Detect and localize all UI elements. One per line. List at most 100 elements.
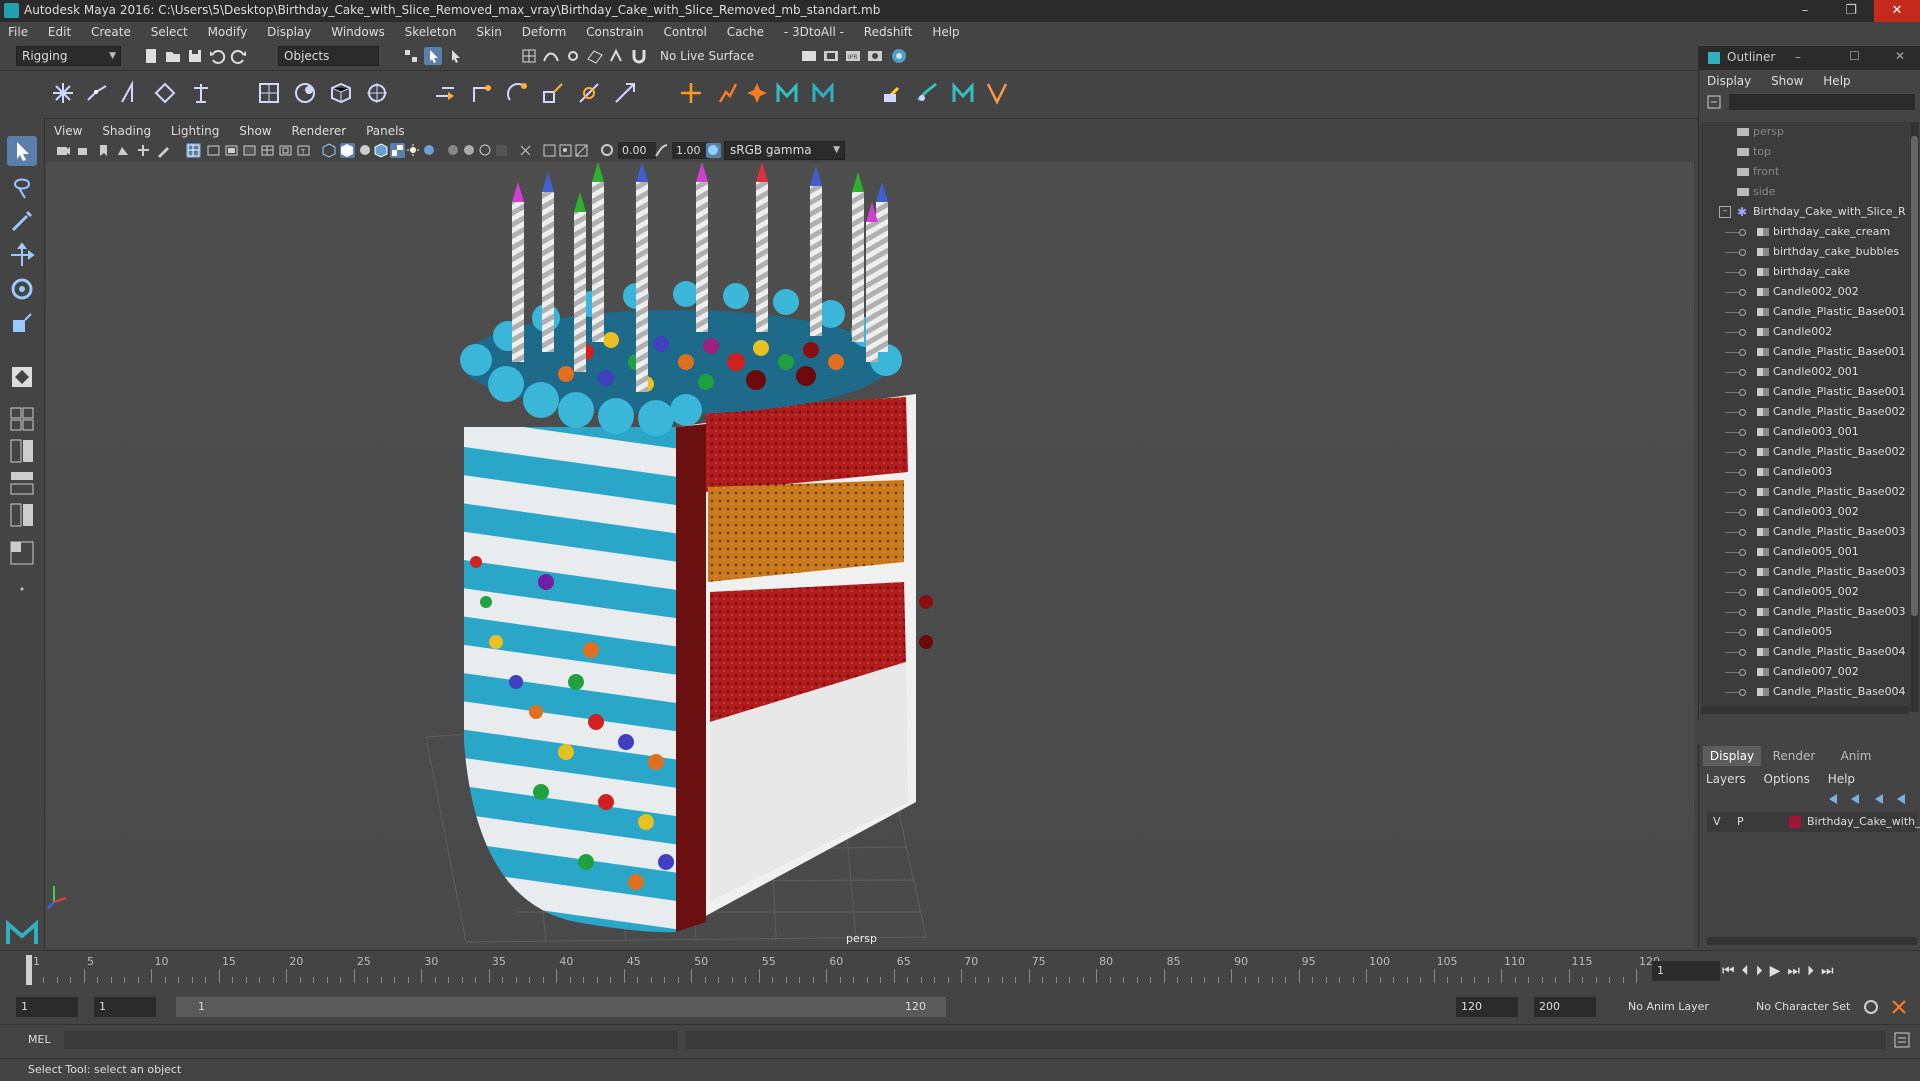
- render-view-icon[interactable]: [890, 47, 908, 65]
- menu-modify[interactable]: Modify: [200, 22, 256, 42]
- outliner-mesh-item[interactable]: Candle003_001: [1701, 422, 1909, 442]
- layer-menu-layers[interactable]: Layers: [1699, 770, 1753, 788]
- end-time-field[interactable]: 200: [1534, 997, 1596, 1017]
- outliner-minimize-button[interactable]: –: [1795, 50, 1801, 64]
- menu-control[interactable]: Control: [655, 22, 714, 42]
- outliner-mesh-item[interactable]: Candle_Plastic_Base004: [1701, 682, 1909, 702]
- outliner-mesh-item[interactable]: Candle003: [1701, 462, 1909, 482]
- perspective-viewport[interactable]: persp: [46, 162, 1694, 948]
- hik-character-icon[interactable]: [774, 80, 800, 106]
- playback-end-field[interactable]: 120: [1456, 997, 1518, 1017]
- grease-pencil-icon[interactable]: [156, 143, 171, 158]
- new-scene-icon[interactable]: [142, 47, 160, 65]
- depth-of-field-icon[interactable]: [494, 143, 509, 158]
- character-set-dropdown[interactable]: No Character Set: [1756, 1000, 1850, 1013]
- film-gate-icon[interactable]: [206, 143, 221, 158]
- undo-icon[interactable]: [208, 47, 226, 65]
- viewport-menu-shading[interactable]: Shading: [94, 122, 159, 140]
- menu-help[interactable]: Help: [924, 22, 967, 42]
- outliner-menu-show[interactable]: Show: [1763, 72, 1811, 90]
- ipr-render-icon[interactable]: IPR: [844, 47, 862, 65]
- select-by-object-icon[interactable]: [424, 47, 442, 65]
- outliner-search-input[interactable]: [1729, 94, 1915, 110]
- move-tool-icon[interactable]: [7, 240, 37, 270]
- viewport-menu-panels[interactable]: Panels: [358, 122, 413, 140]
- hik-controls-icon[interactable]: [810, 80, 836, 106]
- hik-skeleton-icon[interactable]: [950, 80, 976, 106]
- outliner-mesh-item[interactable]: Candle002_001: [1701, 362, 1909, 382]
- menu-constrain[interactable]: Constrain: [578, 22, 652, 42]
- mirror-joint-icon[interactable]: [152, 80, 178, 106]
- outliner-mesh-item[interactable]: Candle002: [1701, 322, 1909, 342]
- viewport-menu-show[interactable]: Show: [231, 122, 279, 140]
- viewport-menu-lighting[interactable]: Lighting: [163, 122, 228, 140]
- menu-redshift[interactable]: Redshift: [856, 22, 921, 42]
- paint-weights-icon[interactable]: [292, 80, 318, 106]
- safe-title-icon[interactable]: T: [296, 143, 311, 158]
- camera-attributes-icon[interactable]: [56, 143, 71, 158]
- ik-handle-icon[interactable]: [84, 80, 110, 106]
- grid-toggle-icon[interactable]: [186, 143, 201, 158]
- playback-controls[interactable]: ⏮⏴⏵▶⏭⏵⏭: [1722, 963, 1912, 979]
- redo-icon[interactable]: [230, 47, 248, 65]
- menu-display[interactable]: Display: [259, 22, 319, 42]
- render-current-frame-icon[interactable]: [822, 47, 840, 65]
- blend-shape-icon[interactable]: [744, 80, 770, 106]
- outliner-mesh-item[interactable]: Candle_Plastic_Base003: [1701, 602, 1909, 622]
- script-language-label[interactable]: MEL: [28, 1033, 51, 1046]
- tab-render[interactable]: Render: [1765, 746, 1823, 766]
- outliner-camera-item[interactable]: front: [1701, 162, 1909, 182]
- live-surface-label[interactable]: No Live Surface: [660, 49, 754, 63]
- outliner-mesh-item[interactable]: Candle_Plastic_Base003: [1701, 562, 1909, 582]
- menu-set-dropdown[interactable]: Rigging ▼: [16, 46, 121, 66]
- outliner-mesh-item[interactable]: Candle003_002: [1701, 502, 1909, 522]
- image-plane-icon[interactable]: [116, 143, 131, 158]
- orient-constraint-icon[interactable]: [504, 80, 530, 106]
- wireframe-icon[interactable]: [322, 143, 337, 158]
- save-scene-icon[interactable]: [186, 47, 204, 65]
- render-settings-icon[interactable]: [800, 47, 818, 65]
- cluster-icon[interactable]: [364, 80, 390, 106]
- menu-skin[interactable]: Skin: [468, 22, 510, 42]
- hypershade-icon[interactable]: [866, 47, 884, 65]
- xray-icon[interactable]: [542, 143, 557, 158]
- lasso-tool-icon[interactable]: [7, 172, 37, 202]
- script-editor-icon[interactable]: [1894, 1032, 1910, 1048]
- set-driven-key-icon[interactable]: [714, 80, 740, 106]
- bookmark-icon[interactable]: [96, 143, 111, 158]
- layer-menu-options[interactable]: Options: [1757, 770, 1817, 788]
- paint-select-tool-icon[interactable]: [7, 206, 37, 236]
- gamma-field[interactable]: 1.00: [672, 142, 710, 159]
- pole-vector-icon[interactable]: [612, 80, 638, 106]
- outliner-horizontal-scrollbar[interactable]: [1701, 706, 1909, 714]
- parent-constraint-icon[interactable]: [432, 80, 458, 106]
- viewport-menu-renderer[interactable]: Renderer: [283, 122, 354, 140]
- locator-icon[interactable]: [678, 80, 704, 106]
- ik-spline-icon[interactable]: [118, 80, 144, 106]
- aim-constraint-icon[interactable]: [576, 80, 602, 106]
- tab-anim[interactable]: Anim: [1827, 746, 1885, 766]
- gamma-icon[interactable]: [654, 143, 669, 158]
- menu-edit[interactable]: Edit: [40, 22, 79, 42]
- snap-point-icon[interactable]: [564, 47, 582, 65]
- menu-file[interactable]: File: [0, 22, 36, 42]
- layer-menu-help[interactable]: Help: [1821, 770, 1862, 788]
- tab-display[interactable]: Display: [1703, 746, 1761, 766]
- menu-3dtoall[interactable]: - 3DtoAll -: [776, 22, 852, 42]
- outliner-mesh-item[interactable]: Candle007_002: [1701, 662, 1909, 682]
- menu-cache[interactable]: Cache: [719, 22, 772, 42]
- wireframe-on-shaded-icon[interactable]: [374, 143, 389, 158]
- layer-horizontal-scrollbar[interactable]: [1707, 937, 1917, 945]
- xray-joints-icon[interactable]: [558, 143, 573, 158]
- scale-tool-icon[interactable]: [7, 308, 37, 338]
- screen-space-ao-icon[interactable]: [446, 143, 461, 158]
- outliner-group-item[interactable]: – ✱ Birthday_Cake_with_Slice_R: [1701, 202, 1909, 222]
- layout-four-icon[interactable]: [7, 436, 37, 466]
- outliner-mesh-item[interactable]: Candle_Plastic_Base002: [1701, 442, 1909, 462]
- current-time-marker[interactable]: [26, 955, 32, 985]
- layer-playback-toggle[interactable]: P: [1737, 812, 1744, 832]
- outliner-mesh-item[interactable]: Candle005: [1701, 622, 1909, 642]
- anti-aliasing-icon[interactable]: [478, 143, 493, 158]
- select-by-component-icon[interactable]: [446, 47, 464, 65]
- outliner-mesh-item[interactable]: Candle_Plastic_Base002: [1701, 402, 1909, 422]
